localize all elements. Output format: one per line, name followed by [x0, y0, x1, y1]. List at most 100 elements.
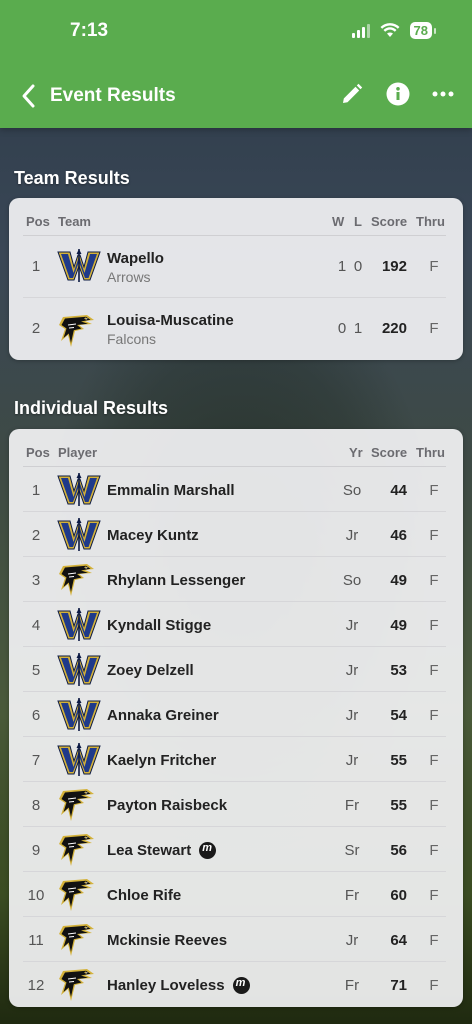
player-name[interactable]: Payton Raisbeck — [107, 797, 227, 814]
player-name[interactable]: Kyndall Stigge — [107, 617, 211, 634]
player-pos: 10 — [27, 887, 45, 904]
player-row[interactable]: 9 Lea Stewart Sr 56 F — [23, 827, 446, 872]
player-thru: F — [429, 932, 439, 949]
team-score: 220 — [381, 320, 407, 337]
player-name-text: Chloe Rife — [107, 887, 182, 904]
player-badge-icon — [199, 841, 217, 859]
player-name[interactable]: Mckinsie Reeves — [107, 932, 227, 949]
player-score: 49 — [390, 572, 407, 589]
player-pos: 6 — [31, 707, 41, 724]
player-thru: F — [429, 887, 439, 904]
player-row[interactable]: 7 Kaelyn Fritcher Jr 55 F — [23, 737, 446, 782]
player-name[interactable]: Lea Stewart — [107, 841, 217, 860]
player-pos: 12 — [27, 977, 45, 994]
player-name[interactable]: Annaka Greiner — [107, 707, 219, 724]
player-row[interactable]: 2 Macey Kuntz Jr 46 F — [23, 512, 446, 557]
player-row[interactable]: 6 Annaka Greiner Jr 54 F — [23, 692, 446, 737]
player-thru: F — [429, 662, 439, 679]
team-results-heading: Team Results — [14, 168, 130, 188]
player-year: Fr — [344, 797, 360, 814]
player-name-text: Kyndall Stigge — [107, 617, 212, 634]
player-row[interactable]: 3 Rhylann Lessenger So 49 F — [23, 557, 446, 602]
player-row[interactable]: 4 Kyndall Stigge Jr 49 F — [23, 602, 446, 647]
player-name[interactable]: Hanley Loveless — [107, 976, 250, 995]
player-thru: F — [429, 482, 439, 499]
wapello-logo-icon — [57, 249, 101, 288]
back-chevron-icon[interactable] — [18, 82, 40, 110]
player-badge-icon — [232, 976, 250, 994]
player-score: 60 — [390, 887, 407, 904]
player-year: Jr — [345, 752, 359, 769]
player-thru: F — [429, 617, 439, 634]
falcon-logo-icon — [57, 785, 97, 828]
player-thru: F — [429, 842, 439, 859]
player-year: Sr — [344, 842, 360, 859]
player-thru: F — [429, 527, 439, 544]
falcon-logo-icon — [57, 560, 97, 603]
wapello-logo-icon — [57, 743, 101, 782]
battery-icon: 78 — [409, 22, 437, 39]
wapello-logo-icon — [57, 608, 101, 647]
player-name-text: Emmalin Marshall — [107, 482, 235, 499]
team-thru: F — [429, 258, 439, 275]
player-score: 54 — [390, 707, 407, 724]
player-name[interactable]: Chloe Rife — [107, 887, 181, 904]
team-wins: 0 — [337, 320, 347, 337]
player-year: So — [342, 482, 362, 499]
nav-actions — [340, 82, 454, 106]
team-name: Louisa-Muscatine — [107, 312, 234, 329]
player-thru: F — [429, 707, 439, 724]
wapello-logo-icon — [57, 518, 101, 557]
wifi-icon — [380, 23, 400, 37]
player-row[interactable]: 5 Zoey Delzell Jr 53 F — [23, 647, 446, 692]
player-row[interactable]: 8 Payton Raisbeck Fr 55 F — [23, 782, 446, 827]
player-row[interactable]: 12 Hanley Loveless Fr 71 F — [23, 962, 446, 1007]
edit-pencil-icon[interactable] — [340, 82, 364, 106]
player-thru: F — [429, 977, 439, 994]
falcon-logo-icon — [57, 830, 97, 873]
status-icons: 78 — [351, 22, 437, 39]
player-name[interactable]: Rhylann Lessenger — [107, 572, 245, 589]
player-row[interactable]: 1 Emmalin Marshall So 44 F — [23, 467, 446, 512]
player-name-text: Lea Stewart — [107, 842, 192, 859]
player-year: Jr — [345, 707, 359, 724]
col-pos: Pos — [26, 445, 50, 460]
team-mascot: Falcons — [107, 331, 157, 347]
wapello-logo-icon — [57, 698, 101, 737]
falcon-logo-icon — [57, 965, 97, 1007]
player-name-text: Mckinsie Reeves — [107, 932, 228, 949]
col-score: Score — [371, 214, 408, 229]
team-row[interactable]: 1 Wapello Arrows 1 0 192 F — [23, 236, 446, 298]
team-row[interactable]: 2 Louisa-Muscatine Falcons 0 1 220 F — [23, 298, 446, 360]
player-name[interactable]: Emmalin Marshall — [107, 482, 235, 499]
player-name[interactable]: Zoey Delzell — [107, 662, 194, 679]
col-score: Score — [371, 445, 408, 460]
col-l: L — [354, 214, 362, 229]
player-pos: 9 — [31, 842, 41, 859]
player-name[interactable]: Macey Kuntz — [107, 527, 199, 544]
player-pos: 5 — [31, 662, 41, 679]
individual-results-card: Pos Player Yr Score Thru 1 Emmalin Marsha… — [9, 429, 463, 1007]
player-year: So — [342, 572, 362, 589]
col-thru: Thru — [416, 445, 445, 460]
player-row[interactable]: 11 Mckinsie Reeves Jr 64 F — [23, 917, 446, 962]
wapello-logo-icon — [57, 653, 101, 692]
player-name-text: Zoey Delzell — [107, 662, 194, 679]
more-icon[interactable] — [432, 90, 454, 98]
player-name-text: Kaelyn Fritcher — [107, 752, 217, 769]
falcon-logo-icon — [57, 875, 97, 918]
team-losses: 0 — [353, 258, 363, 275]
player-score: 49 — [390, 617, 407, 634]
player-row[interactable]: 10 Chloe Rife Fr 60 F — [23, 872, 446, 917]
falcon-logo-icon — [57, 311, 97, 354]
player-name[interactable]: Kaelyn Fritcher — [107, 752, 216, 769]
player-pos: 2 — [31, 527, 41, 544]
info-icon[interactable] — [386, 82, 410, 106]
player-thru: F — [429, 752, 439, 769]
falcon-logo-icon — [57, 920, 97, 963]
player-score: 55 — [390, 752, 407, 769]
player-name-text: Annaka Greiner — [107, 707, 219, 724]
player-year: Jr — [345, 662, 359, 679]
app-header: 7:13 78 Event Results — [0, 0, 472, 128]
signal-icon — [351, 23, 370, 38]
